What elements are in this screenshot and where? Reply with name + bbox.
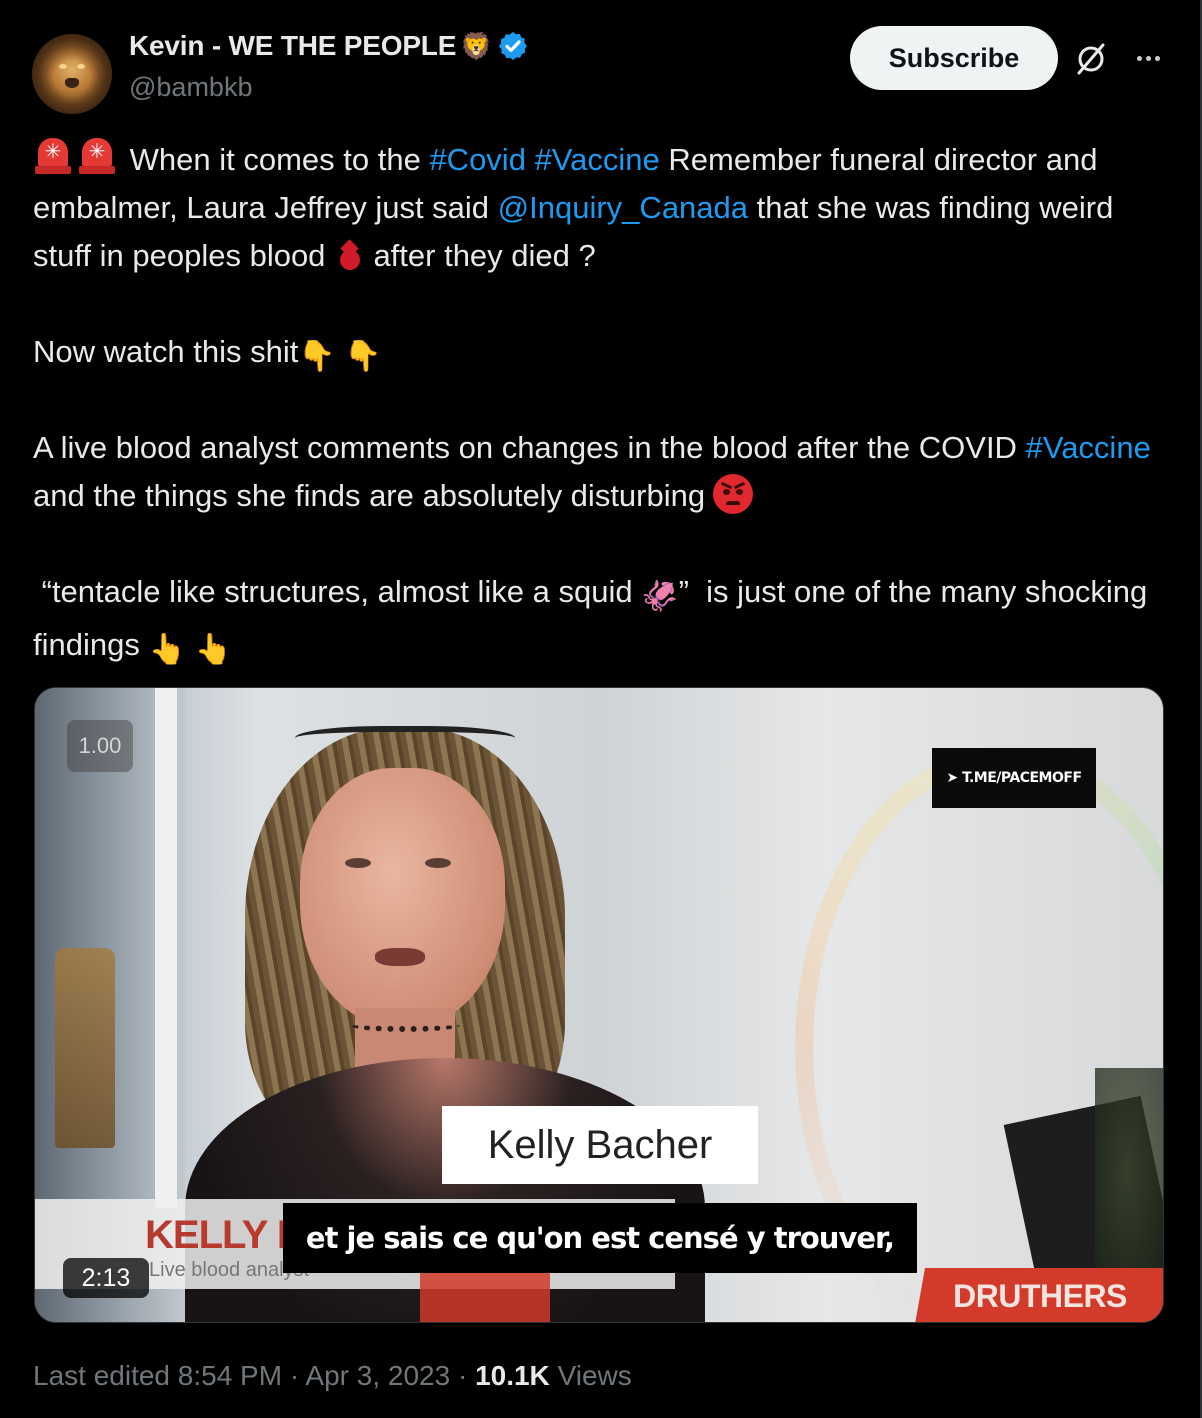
pointing-up-emoji-icon: 👆 (194, 633, 232, 666)
author-name-row[interactable]: Kevin - WE THE PEOPLE 🦁 (129, 30, 529, 62)
tweet-frame: Kevin - WE THE PEOPLE 🦁 @bambkb Subscrib… (0, 0, 1202, 1418)
hashtag-covid-link[interactable]: #Covid (429, 142, 526, 177)
subscribe-button[interactable]: Subscribe (850, 26, 1058, 90)
author-handle[interactable]: @bambkb (129, 72, 252, 103)
tweet-paragraph-2: Now watch this shit👇 👇 (33, 328, 1163, 376)
post-date[interactable]: Apr 3, 2023 (305, 1360, 450, 1391)
lion-emoji: 🦁 (460, 31, 493, 61)
author-avatar[interactable] (32, 34, 112, 114)
watermark-text: T.ME/PACEMOFF (962, 770, 1082, 786)
video-subtitle: et je sais ce qu'on est censé y trouver, (283, 1203, 917, 1273)
text-segment: after they died ? (373, 238, 596, 273)
blood-drop-emoji-icon (337, 240, 361, 272)
siren-emoji-icon: ✳ (33, 136, 73, 176)
channel-logo-fragment (420, 1273, 550, 1322)
telegram-watermark: ➤ T.ME/PACEMOFF (932, 748, 1096, 808)
video-duration-badge: 2:13 (63, 1258, 149, 1298)
video-background-figurine (55, 948, 115, 1148)
meta-separator: · (457, 1360, 468, 1391)
video-background-doorframe (155, 688, 177, 1208)
text-segment: and the things she finds are absolutely … (33, 478, 706, 513)
views-count: 10.1K (475, 1360, 550, 1391)
video-player[interactable]: 1.00 ➤ T.ME/PACEMOFF Kelly Bacher KELLY … (34, 687, 1164, 1323)
text-segment: When it comes to the (129, 142, 421, 177)
siren-emoji-icon: ✳ (77, 136, 117, 176)
tweet-paragraph-4: “tentacle like structures, almost like a… (33, 568, 1163, 669)
text-segment: A live blood analyst comments on changes… (33, 430, 1017, 465)
tweet-text: ✳ ✳ When it comes to the #Covid #Vaccine … (33, 136, 1163, 669)
edited-timestamp-link[interactable]: Last edited 8:54 PM (33, 1360, 282, 1391)
mention-inquiry-canada-link[interactable]: @Inquiry_Canada (498, 190, 748, 225)
views-label: Views (557, 1360, 632, 1391)
pointing-down-emoji-icon: 👇 (298, 340, 336, 373)
speaker-namecard: Kelly Bacher (442, 1106, 758, 1184)
text-segment: “tentacle like structures, almost like a… (41, 574, 633, 609)
hashtag-vaccine-link[interactable]: #Vaccine (1026, 430, 1151, 465)
verified-badge-icon[interactable] (497, 30, 529, 62)
playback-speed-button[interactable]: 1.00 (67, 720, 133, 772)
paper-plane-icon: ➤ (946, 770, 963, 786)
tweet-paragraph-1: ✳ ✳ When it comes to the #Covid #Vaccine … (33, 136, 1163, 280)
meta-separator: · (289, 1360, 300, 1391)
tweet-meta: Last edited 8:54 PM · Apr 3, 2023 · 10.1… (33, 1360, 632, 1392)
pointing-up-emoji-icon: 👆 (148, 633, 186, 666)
angry-face-emoji-icon (713, 474, 754, 514)
pointing-down-emoji-icon: 👇 (344, 340, 382, 373)
druthers-brand-logo: DRUTHERS (915, 1268, 1163, 1322)
author-display-name[interactable]: Kevin - WE THE PEOPLE (129, 30, 456, 62)
more-dots-icon[interactable] (1130, 42, 1166, 74)
tweet-paragraph-3: A live blood analyst comments on changes… (33, 424, 1163, 520)
text-segment: ” (678, 574, 689, 609)
text-segment: Now watch this shit (33, 334, 299, 369)
slashed-circle-icon[interactable] (1074, 42, 1108, 76)
squid-emoji-icon: 🦑 (641, 580, 679, 613)
lower-third-name: KELLY B (145, 1213, 306, 1257)
hashtag-vaccine-link[interactable]: #Vaccine (535, 142, 660, 177)
